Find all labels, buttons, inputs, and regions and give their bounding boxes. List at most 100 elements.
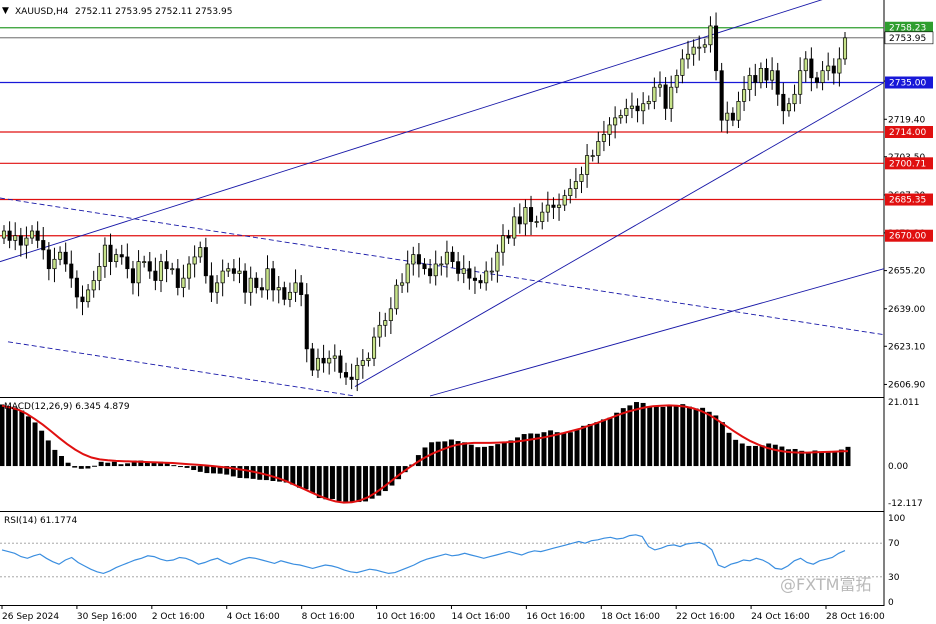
candle-body bbox=[792, 93, 797, 105]
candle-body bbox=[265, 268, 270, 291]
candle-body bbox=[770, 70, 775, 81]
candle-body bbox=[377, 324, 382, 338]
candle-body bbox=[719, 70, 724, 121]
candle-body bbox=[680, 58, 685, 76]
time-tick-label: 22 Oct 16:00 bbox=[676, 612, 735, 622]
macd-bar bbox=[600, 419, 606, 467]
macd-bar bbox=[700, 407, 706, 467]
candle-body bbox=[747, 75, 752, 90]
macd-bar bbox=[184, 466, 190, 468]
candle-body bbox=[86, 289, 91, 303]
candle-body bbox=[114, 254, 119, 262]
candle-body bbox=[573, 181, 578, 189]
macd-bar bbox=[111, 461, 117, 467]
price-tick-label: 2655.20 bbox=[888, 267, 925, 277]
candle-body bbox=[467, 268, 472, 279]
macd-bar bbox=[501, 441, 507, 467]
candle-body bbox=[635, 105, 640, 112]
macd-bar bbox=[59, 455, 64, 467]
macd-bar bbox=[746, 445, 752, 467]
candle-body bbox=[714, 25, 719, 72]
macd-bar bbox=[673, 406, 679, 467]
candle-body bbox=[444, 251, 449, 265]
macd-bar bbox=[310, 466, 316, 493]
macd-bar bbox=[349, 466, 355, 503]
candle-body bbox=[80, 296, 85, 303]
candle-body bbox=[472, 277, 477, 281]
candle-body bbox=[108, 244, 113, 262]
candle-body bbox=[607, 124, 612, 135]
candle-body bbox=[35, 230, 40, 241]
candle-body bbox=[287, 291, 292, 300]
macd-bar bbox=[660, 406, 666, 467]
candle-body bbox=[299, 282, 304, 295]
macd-bar bbox=[521, 434, 527, 467]
candle-body bbox=[142, 261, 147, 263]
time-tick-label: 26 Sep 2024 bbox=[2, 612, 59, 622]
candle-body bbox=[164, 261, 169, 270]
macd-bar bbox=[343, 466, 349, 502]
ohlc-readout: 2752.11 2753.95 2752.11 2753.95 bbox=[75, 7, 232, 17]
candle-body bbox=[181, 277, 186, 288]
candle-body bbox=[271, 268, 276, 291]
macd-bar bbox=[448, 439, 454, 467]
candle-body bbox=[601, 134, 606, 142]
candle-body bbox=[383, 320, 388, 326]
symbol-menu-icon[interactable]: ▼ bbox=[2, 6, 9, 16]
macd-bar bbox=[620, 408, 626, 467]
candle-body bbox=[786, 103, 791, 112]
candle-body bbox=[18, 235, 23, 246]
candle-body bbox=[248, 277, 253, 293]
macd-bar bbox=[323, 466, 329, 500]
candle-body bbox=[304, 294, 309, 350]
rsi-label: RSI(14) 61.1774 bbox=[4, 516, 77, 526]
macd-bar bbox=[270, 466, 276, 481]
macd-bar bbox=[627, 405, 633, 467]
price-tick-label: 2623.10 bbox=[888, 342, 925, 352]
candle-body bbox=[495, 251, 500, 272]
macd-bar bbox=[171, 465, 177, 467]
candle-body bbox=[764, 68, 769, 81]
candle-body bbox=[837, 58, 842, 74]
candle-body bbox=[428, 268, 433, 277]
macd-bar bbox=[85, 466, 91, 469]
macd-bar bbox=[39, 430, 45, 467]
candle-body bbox=[130, 268, 135, 284]
candle-body bbox=[646, 101, 651, 105]
rsi-tick-label: 0 bbox=[888, 598, 894, 608]
candle-body bbox=[46, 249, 51, 270]
level-tag-label: 2735.00 bbox=[889, 79, 926, 89]
candle-body bbox=[663, 84, 668, 109]
candle-body bbox=[657, 84, 663, 88]
candle-body bbox=[125, 256, 130, 270]
candle-body bbox=[63, 251, 68, 265]
macd-bar bbox=[118, 464, 124, 467]
macd-bar bbox=[739, 443, 745, 467]
candle-body bbox=[226, 268, 231, 272]
candle-body bbox=[489, 270, 494, 273]
candle-body bbox=[372, 336, 377, 359]
candle-body bbox=[69, 263, 74, 279]
macd-bar bbox=[296, 466, 302, 488]
candle-body bbox=[327, 357, 332, 364]
price-tick-label: 2606.90 bbox=[888, 380, 925, 390]
macd-bar bbox=[832, 451, 838, 467]
macd-bar bbox=[303, 466, 309, 490]
fxtm-watermark: @FXTM富拓 bbox=[780, 575, 871, 594]
candle-body bbox=[551, 204, 556, 208]
candle-body bbox=[203, 247, 208, 277]
macd-bar bbox=[482, 446, 487, 467]
macd-bar bbox=[125, 463, 131, 467]
candle-body bbox=[394, 284, 399, 310]
candle-body bbox=[652, 86, 657, 102]
candle-body bbox=[562, 195, 567, 206]
candle-body bbox=[349, 376, 354, 380]
candle-body bbox=[282, 287, 287, 300]
time-tick-label: 4 Oct 16:00 bbox=[227, 612, 280, 622]
time-tick-label: 8 Oct 16:00 bbox=[302, 612, 355, 622]
candle-body bbox=[147, 261, 152, 272]
macd-tick-label: 0.00 bbox=[888, 462, 908, 472]
macd-bar bbox=[290, 466, 296, 485]
macd-bar bbox=[72, 466, 78, 468]
candle-body bbox=[405, 263, 410, 284]
